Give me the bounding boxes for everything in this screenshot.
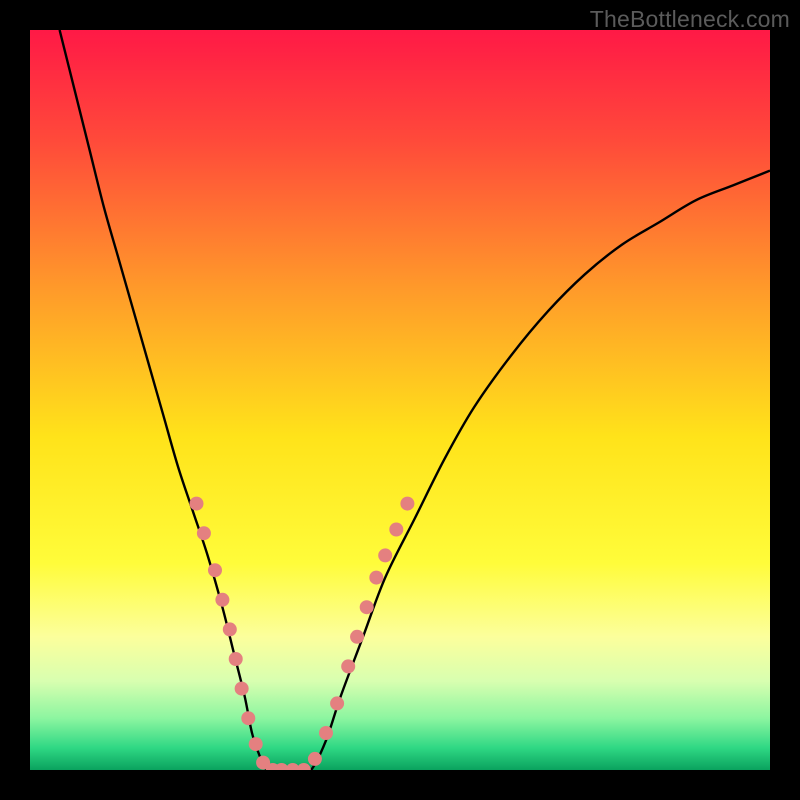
data-marker bbox=[378, 548, 392, 562]
data-marker bbox=[197, 526, 211, 540]
marker-group bbox=[190, 497, 415, 770]
data-marker bbox=[369, 571, 383, 585]
data-marker bbox=[400, 497, 414, 511]
data-marker bbox=[308, 752, 322, 766]
data-marker bbox=[215, 593, 229, 607]
data-marker bbox=[190, 497, 204, 511]
data-marker bbox=[297, 763, 311, 770]
data-marker bbox=[360, 600, 374, 614]
curve-layer bbox=[30, 30, 770, 770]
data-marker bbox=[249, 737, 263, 751]
data-marker bbox=[223, 622, 237, 636]
data-marker bbox=[330, 696, 344, 710]
data-marker bbox=[350, 630, 364, 644]
data-marker bbox=[319, 726, 333, 740]
data-marker bbox=[229, 652, 243, 666]
bottleneck-curve bbox=[60, 30, 770, 770]
plot-area bbox=[30, 30, 770, 770]
data-marker bbox=[235, 682, 249, 696]
data-marker bbox=[241, 711, 255, 725]
watermark-text: TheBottleneck.com bbox=[590, 6, 790, 33]
chart-frame: TheBottleneck.com bbox=[0, 0, 800, 800]
data-marker bbox=[341, 659, 355, 673]
data-marker bbox=[389, 523, 403, 537]
data-marker bbox=[208, 563, 222, 577]
